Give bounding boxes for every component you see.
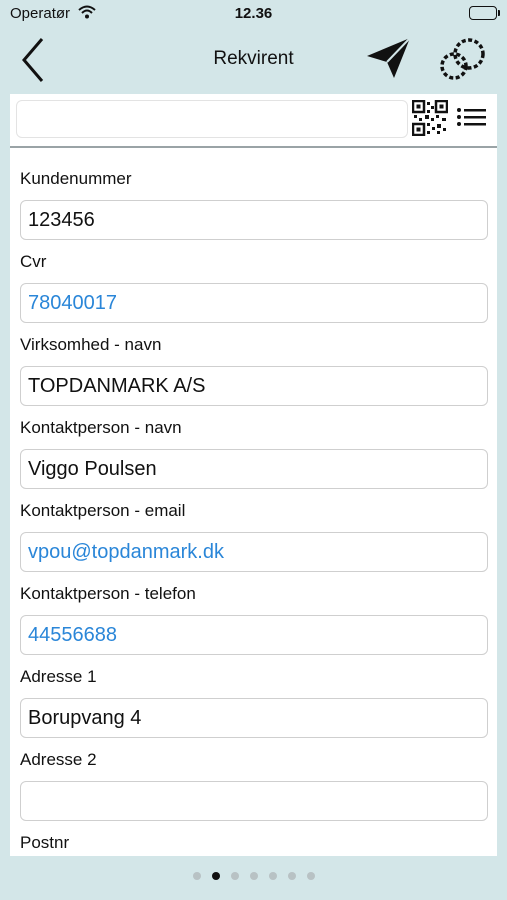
paper-plane-icon[interactable] <box>364 34 414 82</box>
address-2-field[interactable] <box>20 781 488 821</box>
page-dot[interactable] <box>230 872 239 880</box>
contact-email-label: Kontaktperson - email <box>20 501 186 520</box>
address-2-label: Adresse 2 <box>20 750 97 769</box>
company-name-label: Virksomhed - navn <box>20 335 162 354</box>
page-dot[interactable] <box>192 872 201 880</box>
company-name-field[interactable] <box>20 366 488 406</box>
search-input[interactable] <box>16 100 408 138</box>
contact-phone-field[interactable] <box>20 615 488 655</box>
address-1-label: Adresse 1 <box>20 667 97 686</box>
status-time: 12.36 <box>234 5 273 22</box>
page-dot[interactable] <box>287 872 296 880</box>
qr-code-icon[interactable] <box>411 99 449 137</box>
contact-name-label: Kontaktperson - navn <box>20 418 182 437</box>
search-row <box>10 94 497 148</box>
postnr-label: Postnr <box>20 833 70 852</box>
form-card: Kundenummer Cvr Virksomhed - navn Kontak… <box>10 94 497 856</box>
kundenummer-label: Kundenummer <box>20 169 132 188</box>
gear-icon[interactable] <box>436 36 490 84</box>
status-bar: Operatør 12.36 <box>0 0 507 28</box>
rekvirent-form: Kundenummer Cvr Virksomhed - navn Kontak… <box>20 168 488 856</box>
kundenummer-field[interactable] <box>20 200 488 240</box>
battery-icon <box>469 6 500 20</box>
cvr-field[interactable] <box>20 283 488 323</box>
page-indicator[interactable] <box>0 872 507 884</box>
list-icon[interactable] <box>456 104 488 132</box>
page-dot[interactable] <box>306 872 315 880</box>
page-dot[interactable] <box>249 872 258 880</box>
page-dot[interactable] <box>211 872 220 880</box>
navigation-bar: Rekvirent <box>0 28 507 92</box>
page-title: Rekvirent <box>213 48 294 69</box>
page-dot[interactable] <box>268 872 277 880</box>
cvr-label: Cvr <box>20 252 47 271</box>
contact-name-field[interactable] <box>20 449 488 489</box>
contact-email-field[interactable] <box>20 532 488 572</box>
contact-phone-label: Kontaktperson - telefon <box>20 584 196 603</box>
address-1-field[interactable] <box>20 698 488 738</box>
